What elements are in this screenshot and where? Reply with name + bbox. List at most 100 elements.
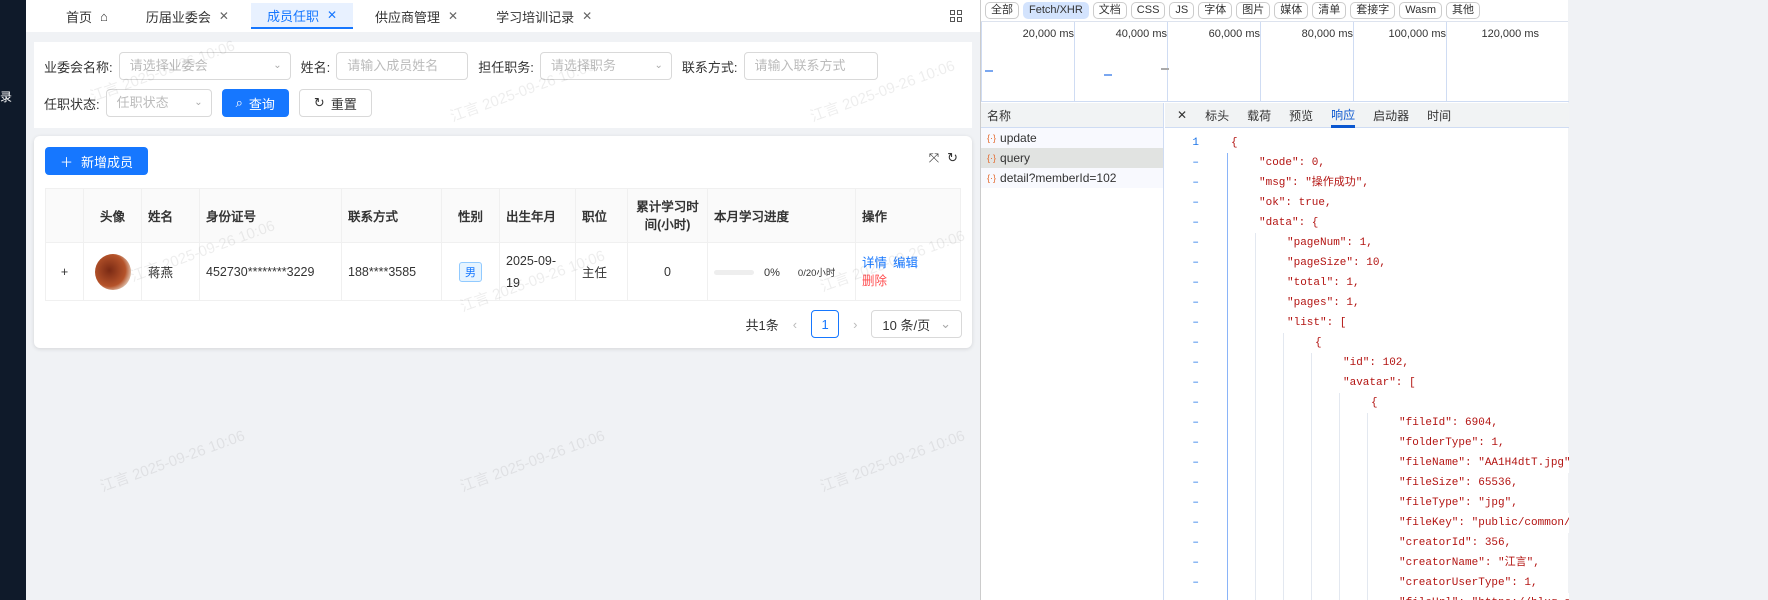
filter-chip[interactable]: 套接字 — [1350, 2, 1396, 19]
indent-guide — [1255, 273, 1256, 293]
code-line: – "id": 102, — [1165, 353, 1569, 373]
indent-guide — [1283, 393, 1284, 413]
line-number: 1 — [1192, 137, 1199, 149]
line-number: – — [1192, 517, 1199, 529]
code-text: "fileKey": "public/common/4c9d96 — [1399, 513, 1569, 533]
delete-link[interactable]: 删除 — [862, 274, 887, 288]
filter-chip[interactable]: 文档 — [1092, 2, 1127, 19]
id-number: 452730********3229 — [199, 242, 342, 301]
line-number: – — [1192, 177, 1199, 189]
sidebar-item-partial[interactable]: 录 — [0, 88, 12, 105]
indent-guide — [1283, 353, 1284, 373]
detail-tab[interactable]: 标头 — [1205, 107, 1229, 124]
close-icon[interactable]: ✕ — [582, 9, 592, 23]
indent-guide — [1283, 453, 1284, 473]
detail-tab[interactable]: 载荷 — [1247, 107, 1271, 124]
close-icon[interactable]: ✕ — [327, 8, 337, 22]
request-item[interactable]: {·} detail?memberId=102 — [981, 168, 1163, 188]
member-name: 蒋燕 — [141, 242, 200, 301]
prev-page-icon[interactable]: ‹ — [793, 317, 797, 332]
filter-chip[interactable]: Fetch/XHR — [1023, 2, 1089, 19]
detail-tab[interactable]: 预览 — [1289, 107, 1313, 124]
request-item[interactable]: {·} query — [981, 148, 1163, 168]
tab-committees[interactable]: 历届业委会 ✕ — [130, 3, 245, 29]
filter-chip[interactable]: 图片 — [1236, 2, 1271, 19]
filter-chip[interactable]: 字体 — [1198, 2, 1233, 19]
code-text: "folderType": 1, — [1399, 433, 1507, 453]
line-number: – — [1192, 337, 1199, 349]
indent-guide — [1255, 513, 1256, 533]
indent-guide — [1227, 473, 1228, 493]
indent-guide — [1367, 413, 1368, 433]
timeline-tick: 120,000 ms — [1446, 22, 1539, 102]
filter-chip[interactable]: 清单 — [1312, 2, 1347, 19]
column-header: 操作 — [855, 188, 961, 243]
reset-button[interactable]: ↻ 重置 — [298, 89, 372, 117]
contact-input[interactable]: 请输入联系方式 — [743, 52, 878, 80]
indent-guide — [1227, 373, 1228, 393]
filter-chip[interactable]: 全部 — [985, 2, 1019, 19]
indent-guide — [1311, 573, 1312, 593]
indent-guide — [1367, 573, 1368, 593]
name-input[interactable]: 请输入成员姓名 — [336, 52, 469, 80]
line-number: – — [1192, 577, 1199, 589]
type-filters: 全部 Fetch/XHR 文档 CSS JS 字体 图片 媒体 清单 套接字 Wasm 其他 — [981, 0, 1568, 22]
request-bar — [1161, 68, 1169, 70]
code-text: "code": 0, — [1259, 153, 1328, 173]
line-number: – — [1192, 277, 1199, 289]
filter-chip[interactable]: 其他 — [1446, 2, 1481, 19]
add-label: 新增成员 — [81, 154, 134, 170]
code-text: "msg": "操作成功", — [1259, 173, 1372, 193]
indent-guide — [1283, 493, 1284, 513]
committee-select[interactable]: 请选择业委会 ⌄ — [118, 52, 291, 80]
page-1-button[interactable]: 1 — [811, 310, 840, 338]
next-page-icon[interactable]: › — [853, 317, 857, 332]
filter-chip[interactable]: 媒体 — [1274, 2, 1309, 19]
tab-members[interactable]: 成员任职 ✕ — [250, 3, 354, 29]
indent-guide — [1367, 593, 1368, 600]
close-icon[interactable]: ✕ — [219, 9, 229, 23]
indent-guide — [1255, 253, 1256, 273]
search-button[interactable]: ⌕ 查询 — [221, 89, 289, 117]
tab-suppliers[interactable]: 供应商管理 ✕ — [359, 3, 474, 29]
add-member-button[interactable]: ＋ 新增成员 — [45, 147, 149, 175]
filter-chip[interactable]: CSS — [1130, 2, 1166, 19]
code-line: – "creatorId": 356, — [1165, 533, 1569, 553]
fullscreen-icon[interactable]: ⤧ — [929, 150, 939, 166]
grid-icon[interactable] — [950, 10, 962, 22]
code-text: "ok": true, — [1259, 193, 1334, 213]
indent-guide — [1311, 493, 1312, 513]
expand-header — [45, 188, 84, 243]
indent-guide — [1255, 593, 1256, 600]
status-select[interactable]: 任职状态 ⌄ — [105, 89, 212, 117]
detail-tab[interactable]: 启动器 — [1373, 107, 1409, 124]
close-icon[interactable]: ✕ — [448, 9, 458, 23]
indent-guide — [1227, 433, 1228, 453]
filter-chip[interactable]: Wasm — [1399, 2, 1443, 19]
indent-guide — [1339, 553, 1340, 573]
detail-link[interactable]: 详情 — [862, 256, 887, 270]
detail-tab[interactable]: 时间 — [1427, 107, 1451, 124]
column-header: 职位 — [575, 188, 628, 243]
committee-label: 业委会名称: — [44, 59, 113, 75]
close-icon[interactable]: ✕ — [1177, 108, 1187, 122]
request-item[interactable]: {·} update — [981, 128, 1163, 148]
edit-link[interactable]: 编辑 — [893, 256, 918, 270]
detail-tab[interactable]: 响应 — [1331, 103, 1356, 128]
indent-guide — [1311, 353, 1312, 373]
indent-guide — [1283, 333, 1284, 353]
chevron-down-icon: ⌄ — [940, 316, 951, 331]
indent-guide — [1283, 433, 1284, 453]
indent-guide — [1227, 453, 1228, 473]
tab-label: 历届业委会 — [145, 9, 211, 25]
tab-training[interactable]: 学习培训记录 ✕ — [480, 3, 608, 29]
page-size-select[interactable]: 10 条/页 ⌄ — [871, 310, 962, 338]
tab-home[interactable]: 首页 ⌂ — [50, 3, 124, 29]
indent-guide — [1227, 173, 1228, 193]
filter-chip[interactable]: JS — [1169, 2, 1195, 19]
refresh-icon[interactable]: ↻ — [947, 150, 958, 166]
position-select[interactable]: 请选择职务 ⌄ — [539, 52, 672, 80]
expand-icon[interactable]: + — [45, 242, 84, 301]
indent-guide — [1255, 453, 1256, 473]
indent-guide — [1339, 593, 1340, 600]
